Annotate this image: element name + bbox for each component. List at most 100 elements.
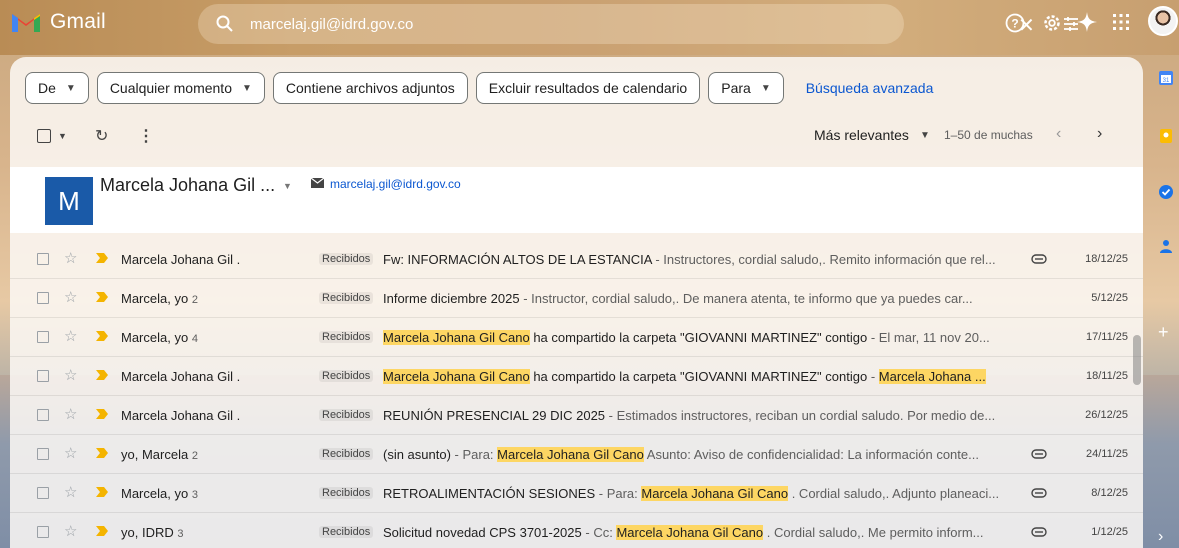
email-body: RETROALIMENTACIÓN SESIONES - Para: Marce… [383, 486, 1043, 501]
important-marker-icon[interactable] [96, 526, 108, 536]
attachment-icon[interactable] [1031, 254, 1047, 264]
contact-name[interactable]: Marcela Johana Gil ... [100, 175, 275, 196]
attachment-icon[interactable] [1031, 527, 1047, 537]
sort-dropdown[interactable]: Más relevantes [814, 127, 909, 143]
filter-from-chip[interactable]: De ▼ [25, 72, 89, 104]
settings-icon[interactable] [1042, 13, 1062, 33]
calendar-icon[interactable]: 31 [1158, 70, 1174, 86]
star-icon[interactable]: ☆ [64, 327, 77, 345]
star-icon[interactable]: ☆ [64, 288, 77, 306]
important-marker-icon[interactable] [96, 409, 108, 419]
row-checkbox[interactable] [37, 448, 49, 460]
more-vert-icon[interactable]: ⋮ [138, 126, 154, 146]
apps-grid-icon[interactable] [1112, 13, 1130, 31]
email-row[interactable]: ☆ yo, Marcela 2 Recibidos (sin asunto) -… [10, 435, 1143, 474]
star-icon[interactable]: ☆ [64, 444, 77, 462]
row-checkbox[interactable] [37, 292, 49, 304]
email-date: 17/11/25 [1085, 331, 1128, 343]
email-snippet: - [867, 369, 879, 384]
search-input[interactable] [250, 13, 810, 35]
inbox-label[interactable]: Recibidos [319, 487, 374, 499]
filter-to-chip[interactable]: Para ▼ [708, 72, 784, 104]
inbox-label[interactable]: Recibidos [319, 409, 374, 421]
email-row[interactable]: ☆ Marcela Johana Gil . Recibidos Marcela… [10, 357, 1143, 396]
search-icon[interactable] [216, 15, 234, 33]
highlighted-text: Marcela Johana Gil Cano [616, 525, 764, 540]
svg-text:31: 31 [1163, 78, 1170, 84]
star-icon[interactable]: ☆ [64, 483, 77, 501]
inbox-label[interactable]: Recibidos [319, 448, 374, 460]
important-marker-icon[interactable] [96, 448, 108, 458]
inbox-label[interactable]: Recibidos [319, 331, 374, 343]
important-marker-icon[interactable] [96, 370, 108, 380]
inbox-label[interactable]: Recibidos [319, 253, 374, 265]
contact-card[interactable]: M Marcela Johana Gil ... ▼ marcelaj.gil@… [10, 167, 1143, 233]
next-page-icon[interactable]: › [1097, 125, 1102, 143]
star-icon[interactable]: ☆ [64, 405, 77, 423]
important-marker-icon[interactable] [96, 331, 108, 341]
prev-page-icon[interactable]: ‹ [1056, 125, 1061, 143]
row-checkbox[interactable] [37, 409, 49, 421]
row-checkbox[interactable] [37, 331, 49, 343]
caret-down-icon[interactable]: ▼ [920, 130, 930, 141]
gmail-logo[interactable]: Gmail [10, 10, 106, 34]
email-date: 8/12/25 [1091, 487, 1128, 499]
add-icon[interactable]: + [1158, 322, 1169, 343]
important-marker-icon[interactable] [96, 292, 108, 302]
email-row[interactable]: ☆ yo, IDRD 3 Recibidos Solicitud novedad… [10, 513, 1143, 548]
email-snippet: - Instructor, cordial saludo,. De manera… [519, 291, 973, 306]
keep-icon[interactable] [1158, 128, 1174, 144]
thread-count: 2 [191, 450, 198, 462]
app-name: Gmail [50, 10, 106, 33]
filter-to-label: Para [721, 80, 751, 96]
attachment-icon[interactable] [1031, 449, 1047, 459]
email-row[interactable]: ☆ Marcela, yo 2 Recibidos Informe diciem… [10, 279, 1143, 318]
star-icon[interactable]: ☆ [64, 249, 77, 267]
filter-time-chip[interactable]: Cualquier momento ▼ [96, 72, 265, 104]
refresh-icon[interactable]: ↻ [95, 126, 108, 146]
scrollbar[interactable] [1133, 335, 1141, 385]
email-subject: ha compartido la carpeta "GIOVANNI MARTI… [529, 330, 868, 345]
email-date: 18/12/25 [1085, 253, 1128, 265]
contacts-icon[interactable] [1158, 238, 1174, 254]
row-checkbox[interactable] [37, 526, 49, 538]
contact-email[interactable]: marcelaj.gil@idrd.gov.co [330, 177, 461, 191]
inbox-label[interactable]: Recibidos [319, 526, 374, 538]
email-row[interactable]: ☆ Marcela, yo 3 Recibidos RETROALIMENTAC… [10, 474, 1143, 513]
row-checkbox[interactable] [37, 487, 49, 499]
email-date: 26/12/25 [1085, 409, 1128, 421]
email-body: Fw: INFORMACIÓN ALTOS DE LA ESTANCIA - I… [383, 252, 1043, 267]
mail-icon [311, 178, 324, 188]
select-all-checkbox[interactable] [37, 129, 51, 147]
filter-attachment-chip[interactable]: Contiene archivos adjuntos [272, 72, 468, 104]
expand-icon[interactable]: › [1158, 528, 1163, 546]
advanced-search-link[interactable]: Búsqueda avanzada [806, 80, 934, 96]
inbox-label[interactable]: Recibidos [319, 370, 374, 382]
account-avatar[interactable] [1148, 6, 1178, 36]
star-icon[interactable]: ☆ [64, 366, 77, 384]
help-icon[interactable]: ? [1005, 13, 1025, 33]
row-checkbox[interactable] [37, 253, 49, 265]
highlighted-text: Marcela Johana Gil Cano [497, 447, 644, 462]
star-icon[interactable]: ☆ [64, 522, 77, 540]
caret-down-icon: ▼ [65, 82, 76, 94]
email-body: Marcela Johana Gil Cano ha compartido la… [383, 369, 1043, 384]
side-panel-rail: 31 + › [1150, 60, 1179, 548]
filter-calendar-chip[interactable]: Excluir resultados de calendario [475, 72, 701, 104]
tasks-icon[interactable] [1158, 184, 1174, 200]
email-row[interactable]: ☆ Marcela Johana Gil . Recibidos Fw: INF… [10, 240, 1143, 279]
email-row[interactable]: ☆ Marcela Johana Gil . Recibidos REUNIÓN… [10, 396, 1143, 435]
gmail-logo-icon [12, 14, 40, 32]
gemini-icon[interactable] [1076, 11, 1098, 33]
email-row[interactable]: ☆ Marcela, yo 4 Recibidos Marcela Johana… [10, 318, 1143, 357]
email-subject: (sin asunto) [383, 447, 451, 462]
inbox-label[interactable]: Recibidos [319, 292, 374, 304]
attachment-icon[interactable] [1031, 488, 1047, 498]
email-date: 18/11/25 [1085, 370, 1128, 382]
caret-down-icon[interactable]: ▼ [283, 181, 292, 191]
select-caret-icon[interactable]: ▼ [58, 131, 67, 141]
important-marker-icon[interactable] [96, 253, 108, 263]
important-marker-icon[interactable] [96, 487, 108, 497]
search-bar[interactable]: ✕ [198, 4, 1078, 44]
row-checkbox[interactable] [37, 370, 49, 382]
